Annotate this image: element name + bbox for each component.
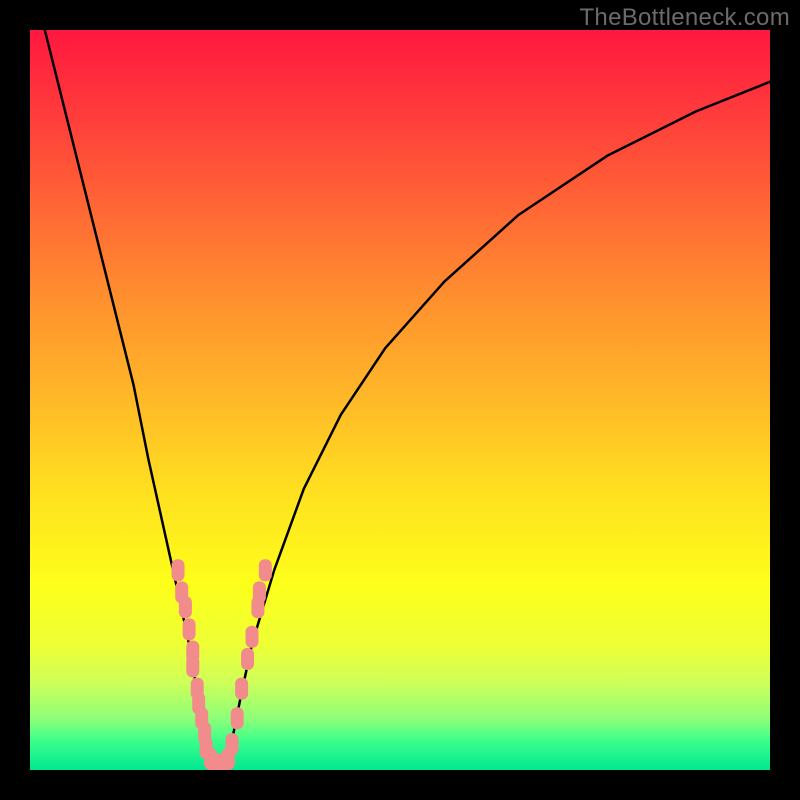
data-marker bbox=[231, 707, 244, 729]
data-marker bbox=[241, 648, 254, 670]
chart-frame: TheBottleneck.com bbox=[0, 0, 800, 800]
data-marker bbox=[253, 581, 266, 603]
series-left-curve bbox=[45, 30, 212, 770]
data-marker bbox=[186, 655, 199, 677]
plot-area bbox=[30, 30, 770, 770]
data-marker bbox=[246, 626, 259, 648]
data-marker bbox=[183, 618, 196, 640]
data-marker bbox=[172, 559, 185, 581]
marker-layer bbox=[172, 559, 272, 770]
series-right-curve bbox=[226, 82, 770, 770]
data-marker bbox=[226, 733, 239, 755]
data-marker bbox=[259, 559, 272, 581]
curve-layer bbox=[45, 30, 770, 770]
watermark-text: TheBottleneck.com bbox=[579, 4, 790, 32]
chart-svg bbox=[30, 30, 770, 770]
data-marker bbox=[235, 678, 248, 700]
data-marker bbox=[179, 596, 192, 618]
